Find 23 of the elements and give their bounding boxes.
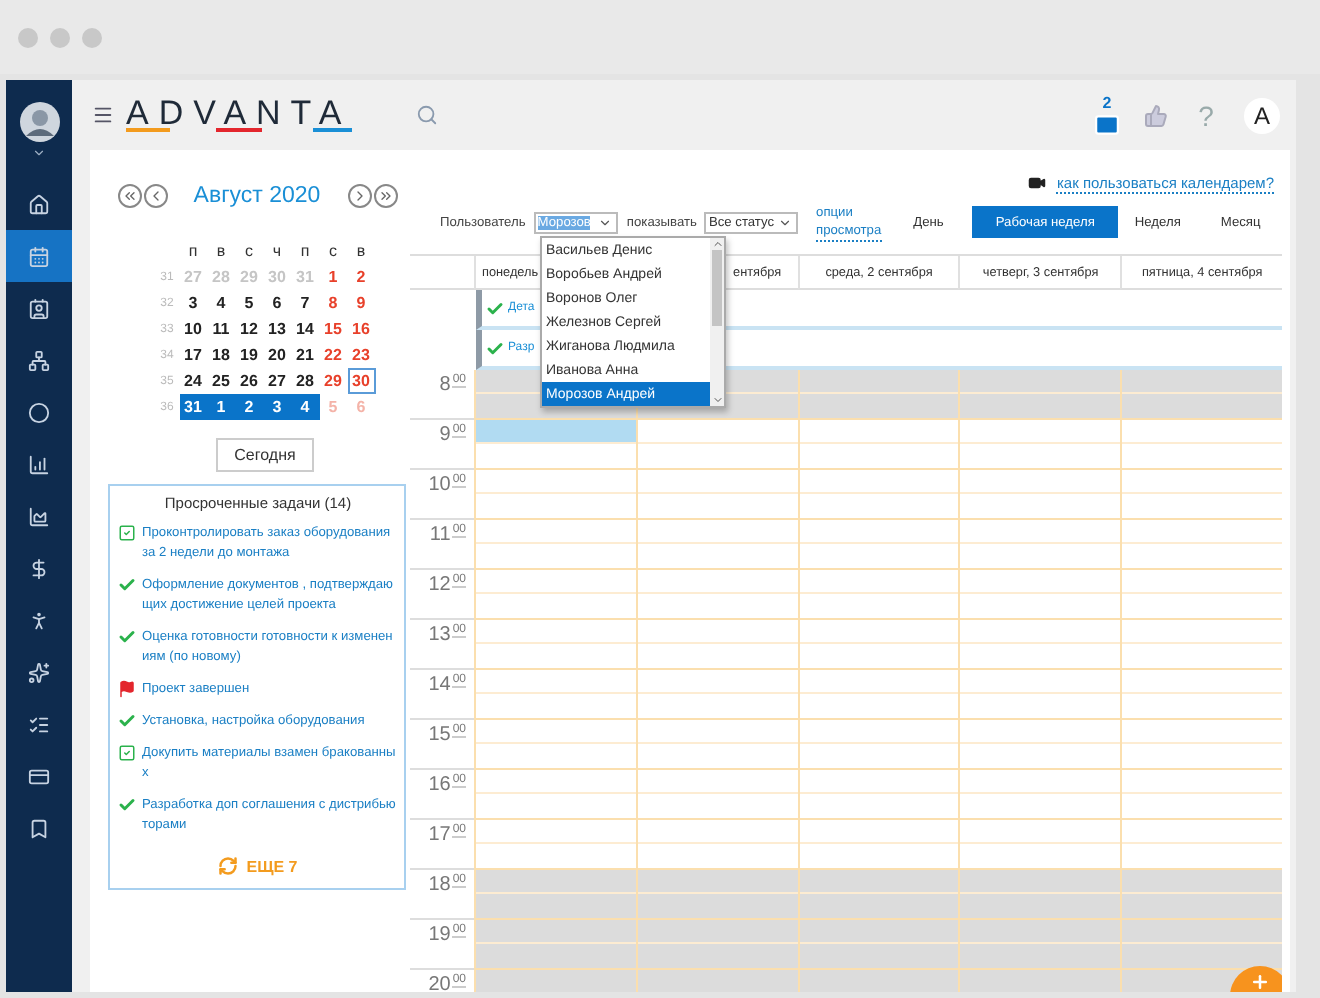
hour-label: 15 xyxy=(428,724,451,746)
hour-label: 10 xyxy=(428,474,451,496)
weekday-label: п xyxy=(186,242,200,260)
hour-label: 19 xyxy=(428,924,451,946)
hour-label: 12 xyxy=(428,574,451,596)
hour-label: 16 xyxy=(428,774,451,796)
weekday-label: в xyxy=(214,242,228,260)
hour-label: 9 xyxy=(439,424,451,446)
weekday-label: с xyxy=(327,242,339,260)
hour-label: 13 xyxy=(428,624,451,646)
month-title: Август 2020 xyxy=(191,184,323,208)
weekday-label: в xyxy=(354,242,368,260)
hour-label: 11 xyxy=(429,524,451,546)
weekday-label: ч xyxy=(270,242,284,260)
hour-label: 18 xyxy=(428,874,451,896)
hour-label: 8 xyxy=(439,374,451,396)
hour-label: 20 xyxy=(428,974,451,992)
hour-label: 17 xyxy=(428,824,451,846)
weekday-label: с xyxy=(243,242,255,260)
weekday-label: п xyxy=(298,242,312,260)
mail-count: 2 xyxy=(1102,93,1112,111)
logo: ADVANTA xyxy=(126,98,352,132)
hour-label: 14 xyxy=(428,674,451,696)
